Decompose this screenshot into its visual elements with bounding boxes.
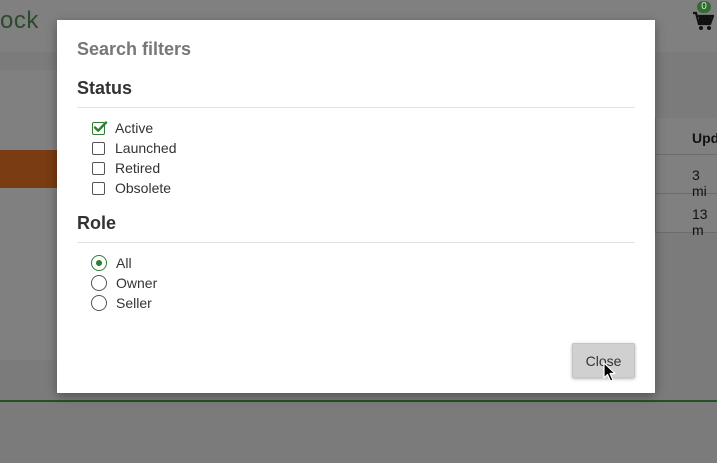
status-option-obsolete[interactable]: Obsolete xyxy=(92,179,171,197)
table-header-cell: Upd xyxy=(655,118,717,155)
search-filters-dialog: Search filters Status Active Launched Re… xyxy=(57,20,655,393)
checkbox[interactable] xyxy=(92,120,108,135)
option-label: Retired xyxy=(115,160,161,176)
role-option-seller[interactable]: Seller xyxy=(91,294,152,312)
option-label: Owner xyxy=(116,275,158,291)
option-label: Active xyxy=(115,120,154,136)
brand-name: ock xyxy=(0,7,39,34)
checkbox[interactable] xyxy=(92,161,105,175)
option-label: Obsolete xyxy=(115,180,172,196)
checkbox[interactable] xyxy=(92,181,105,195)
mouse-pointer-icon xyxy=(603,362,616,382)
table-cell-updated: 13 m xyxy=(692,206,708,238)
dialog-title: Search filters xyxy=(77,39,192,59)
divider xyxy=(77,107,635,108)
role-option-owner[interactable]: Owner xyxy=(91,274,157,292)
radio-dot xyxy=(95,259,102,266)
checkmark-icon xyxy=(93,120,108,132)
background-table: Upd 3 mi 13 m xyxy=(655,118,717,238)
option-label: Launched xyxy=(115,140,177,156)
table-row: 3 mi xyxy=(655,155,717,199)
option-label: Seller xyxy=(116,295,152,311)
footer-divider xyxy=(0,400,717,402)
app-root: ock 0 Upd 3 mi 13 m Search filters Statu… xyxy=(0,0,717,463)
role-heading: Role xyxy=(77,213,117,233)
table-row: 13 m xyxy=(655,194,717,238)
radio-button[interactable] xyxy=(91,275,107,291)
status-option-retired[interactable]: Retired xyxy=(92,159,160,177)
status-option-active[interactable]: Active xyxy=(92,119,153,137)
radio-button[interactable] xyxy=(91,255,107,271)
status-heading: Status xyxy=(77,78,133,98)
shopping-cart-icon[interactable] xyxy=(692,10,714,32)
option-label: All xyxy=(116,255,132,271)
radio-button[interactable] xyxy=(91,295,107,311)
role-option-all[interactable]: All xyxy=(91,254,132,272)
divider xyxy=(77,242,635,243)
background-row xyxy=(0,192,57,230)
table-header-updated: Upd xyxy=(692,130,717,146)
status-option-launched[interactable]: Launched xyxy=(92,139,177,157)
checkbox[interactable] xyxy=(92,141,105,155)
background-selected-row xyxy=(0,150,57,188)
background-panel-lower xyxy=(0,240,57,360)
